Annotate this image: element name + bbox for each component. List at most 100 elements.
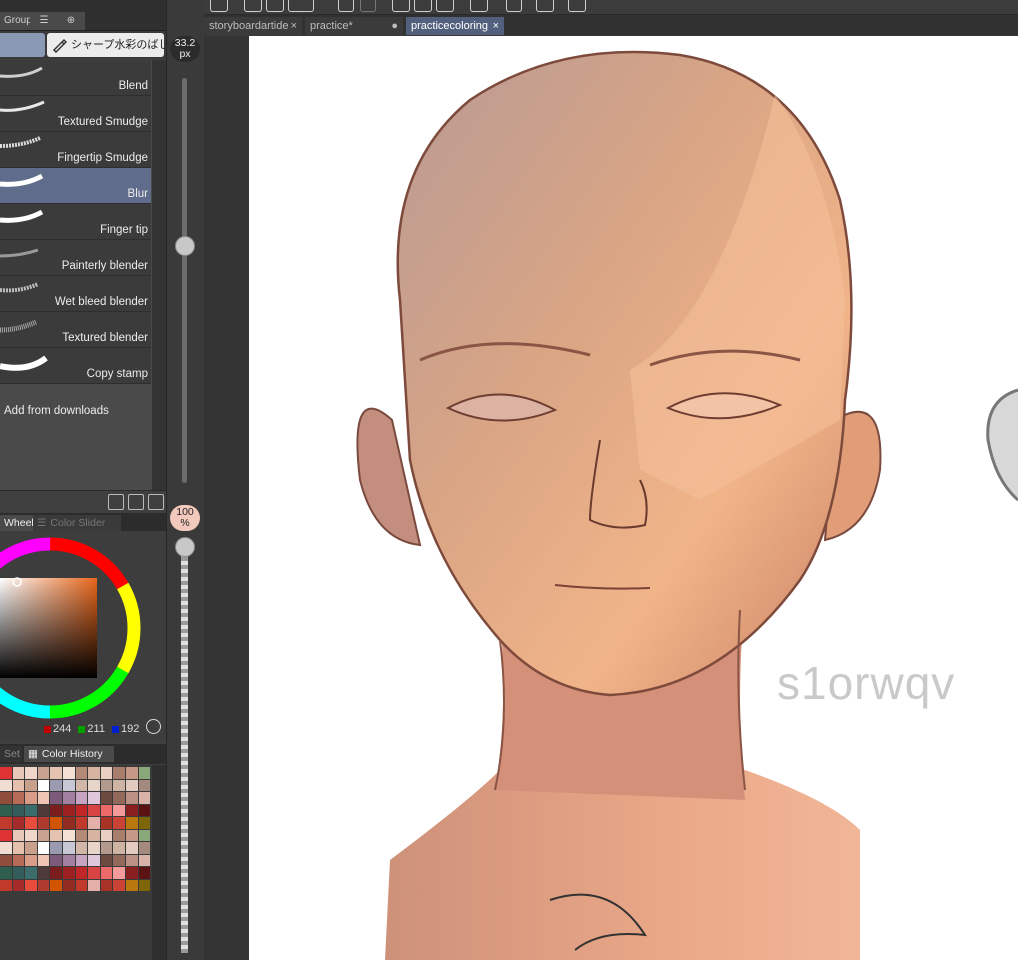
tab-settings[interactable]: ☰	[30, 12, 58, 30]
palette-swatch[interactable]	[100, 829, 113, 841]
brush-item-copy-stamp[interactable]: Copy stamp	[0, 348, 151, 384]
brush-item-painterly-blender[interactable]: Painterly blender	[0, 240, 151, 276]
color-wheel[interactable]	[0, 531, 166, 721]
new-layer-icon[interactable]	[244, 0, 262, 12]
palette-swatch[interactable]	[88, 817, 100, 829]
palette-swatch[interactable]	[88, 829, 100, 841]
palette-swatch[interactable]	[37, 879, 50, 891]
palette-swatch[interactable]	[138, 854, 151, 866]
palette-swatch[interactable]	[50, 829, 62, 841]
flip-icon[interactable]	[470, 0, 488, 12]
blue-value[interactable]: 192	[121, 723, 139, 735]
palette-swatch[interactable]	[88, 804, 100, 816]
palette-swatch[interactable]	[113, 879, 125, 891]
tab-document-practicecoloring[interactable]: practicecoloring ×	[406, 17, 504, 35]
brush-item-blur[interactable]: Blur	[0, 168, 151, 204]
palette-swatch[interactable]	[37, 767, 50, 779]
color-palette-grid[interactable]	[0, 765, 152, 960]
palette-swatch[interactable]	[0, 842, 12, 854]
palette-swatch[interactable]	[138, 867, 151, 879]
palette-swatch[interactable]	[0, 867, 12, 879]
palette-swatch[interactable]	[25, 829, 37, 841]
palette-swatch[interactable]	[25, 879, 37, 891]
palette-swatch[interactable]	[88, 842, 100, 854]
color-mode-icon[interactable]	[146, 719, 161, 734]
palette-swatch[interactable]	[0, 767, 12, 779]
brush-item-finger-tip[interactable]: Finger tip	[0, 204, 151, 240]
palette-swatch[interactable]	[138, 779, 151, 791]
palette-swatch[interactable]	[0, 879, 12, 891]
palette-swatch[interactable]	[37, 792, 50, 804]
palette-swatch[interactable]	[50, 792, 62, 804]
palette-swatch[interactable]	[12, 842, 25, 854]
palette-swatch[interactable]	[100, 817, 113, 829]
palette-swatch[interactable]	[138, 767, 151, 779]
palette-swatch[interactable]	[37, 779, 50, 791]
palette-swatch[interactable]	[37, 829, 50, 841]
subtool-group-button[interactable]	[0, 33, 45, 57]
palette-swatch[interactable]	[63, 804, 75, 816]
settings-icon[interactable]	[568, 0, 586, 12]
loading-icon[interactable]	[392, 0, 410, 12]
palette-swatch[interactable]	[138, 804, 151, 816]
palette-swatch[interactable]	[138, 817, 151, 829]
palette-swatch[interactable]	[100, 842, 113, 854]
palette-swatch[interactable]	[113, 842, 125, 854]
brush-size-handle[interactable]	[175, 236, 195, 256]
palette-swatch[interactable]	[50, 804, 62, 816]
palette-swatch[interactable]	[75, 779, 88, 791]
current-brush-button[interactable]: シャープ水彩のばし	[47, 33, 164, 57]
brush-item-fingertip-smudge[interactable]: Fingertip Smudge	[0, 132, 151, 168]
palette-swatch[interactable]	[50, 842, 62, 854]
palette-swatch[interactable]	[138, 842, 151, 854]
palette-swatch[interactable]	[113, 867, 125, 879]
palette-swatch[interactable]	[50, 867, 62, 879]
palette-swatch[interactable]	[63, 792, 75, 804]
trash-icon[interactable]	[148, 494, 164, 510]
palette-swatch[interactable]	[63, 842, 75, 854]
brush-item-textured-blender[interactable]: Textured blender	[0, 312, 151, 348]
palette-swatch[interactable]	[126, 779, 138, 791]
palette-swatch[interactable]	[63, 854, 75, 866]
palette-swatch[interactable]	[12, 817, 25, 829]
palette-swatch[interactable]	[12, 867, 25, 879]
palette-swatch[interactable]	[138, 792, 151, 804]
palette-swatch[interactable]	[63, 767, 75, 779]
palette-swatch[interactable]	[63, 867, 75, 879]
palette-swatch[interactable]	[12, 854, 25, 866]
tab-color-set[interactable]: Set	[0, 746, 22, 762]
save-icon[interactable]	[288, 0, 314, 12]
palette-swatch[interactable]	[88, 854, 100, 866]
palette-swatch[interactable]	[126, 854, 138, 866]
palette-swatch[interactable]	[113, 779, 125, 791]
palette-swatch[interactable]	[0, 829, 12, 841]
palette-swatch[interactable]	[25, 817, 37, 829]
tab-document-practice[interactable]: practice* ●	[305, 17, 403, 35]
red-value[interactable]: 244	[53, 723, 71, 735]
palette-swatch[interactable]	[126, 804, 138, 816]
redo-icon[interactable]	[360, 0, 376, 12]
palette-swatch[interactable]	[113, 767, 125, 779]
palette-scrollbar[interactable]	[152, 765, 166, 960]
tab-group[interactable]: Group	[0, 12, 32, 30]
palette-swatch[interactable]	[50, 779, 62, 791]
palette-swatch[interactable]	[88, 767, 100, 779]
unsaved-dot-icon[interactable]: ●	[391, 17, 398, 35]
palette-swatch[interactable]	[126, 767, 138, 779]
palette-swatch[interactable]	[126, 879, 138, 891]
tab-color-history[interactable]: ▦ Color History	[24, 746, 114, 762]
palette-swatch[interactable]	[113, 829, 125, 841]
tab-color-wheel[interactable]: Wheel	[0, 515, 34, 531]
palette-swatch[interactable]	[126, 842, 138, 854]
palette-swatch[interactable]	[88, 779, 100, 791]
palette-swatch[interactable]	[37, 867, 50, 879]
palette-swatch[interactable]	[75, 767, 88, 779]
palette-swatch[interactable]	[100, 767, 113, 779]
palette-swatch[interactable]	[75, 804, 88, 816]
palette-swatch[interactable]	[0, 792, 12, 804]
palette-swatch[interactable]	[50, 817, 62, 829]
palette-swatch[interactable]	[25, 867, 37, 879]
palette-swatch[interactable]	[88, 879, 100, 891]
palette-swatch[interactable]	[25, 767, 37, 779]
palette-swatch[interactable]	[63, 817, 75, 829]
